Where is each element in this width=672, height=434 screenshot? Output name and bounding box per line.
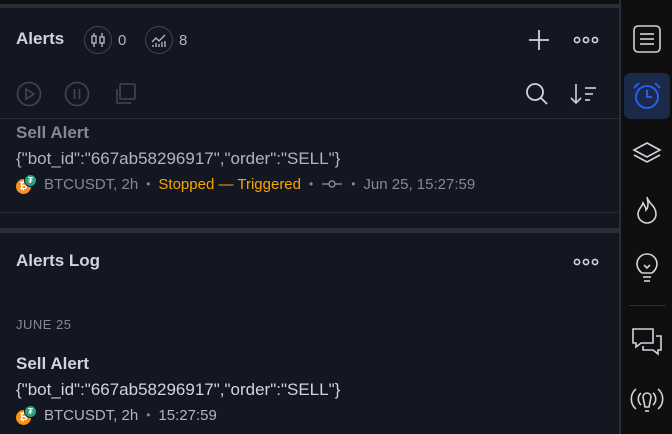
alerts-more-button[interactable] (571, 28, 601, 52)
tether-icon: ₮ (24, 174, 37, 187)
alerts-title: Alerts (16, 29, 65, 48)
start-alerts-button[interactable] (15, 80, 43, 108)
log-alert-name: Sell Alert (16, 354, 90, 373)
triggered-alerts-count: 8 (179, 31, 188, 49)
btc-usdt-coin-icon: ₿ ₮ (16, 174, 40, 194)
hotlist-flame-icon (637, 196, 657, 224)
sort-icon (570, 84, 596, 105)
right-sidebar (619, 0, 672, 434)
object-tree-button[interactable] (624, 130, 670, 176)
separator-dot: • (309, 177, 314, 191)
plus-icon (529, 30, 549, 50)
crossing-icon (322, 180, 343, 188)
log-alert-symbol: BTCUSDT, 2h (44, 406, 139, 424)
alert-meta: ₿ ₮ BTCUSDT, 2h • Stopped — Triggered • … (16, 174, 606, 194)
log-alert-time: 15:27:59 (158, 406, 217, 424)
clone-icon (116, 83, 136, 104)
log-alert-meta: ₿ ₮ BTCUSDT, 2h • 15:27:59 (16, 405, 606, 425)
layers-icon (632, 142, 662, 163)
alerts-toolbar (0, 70, 619, 118)
play-icon (16, 81, 42, 107)
ideas-button[interactable] (624, 245, 670, 291)
alert-item-divider (0, 212, 619, 213)
log-alert-message: {"bot_id":"667ab58296917","order":"SELL"… (16, 380, 341, 399)
alert-name: Sell Alert (16, 123, 90, 142)
separator-dot: • (351, 177, 356, 191)
alerts-log-panel: Alerts Log JUNE 25 Sell Alert {"bot_id":… (0, 233, 619, 434)
alerts-header: Alerts 0 8 (0, 8, 619, 70)
watchlist-icon (633, 25, 661, 53)
log-more-button[interactable] (571, 250, 601, 274)
log-date-header: JUNE 25 (16, 317, 72, 332)
toolbar-divider (0, 118, 619, 119)
active-alerts-count: 0 (118, 31, 127, 49)
sort-alerts-button[interactable] (569, 80, 599, 108)
search-icon (526, 83, 548, 105)
sidebar-divider (629, 305, 666, 306)
alerts-log-title: Alerts Log (16, 251, 101, 270)
candlestick-icon (84, 26, 112, 54)
btc-usdt-coin-icon: ₿ ₮ (16, 405, 40, 425)
hotlists-button[interactable] (624, 187, 670, 233)
chart-line-icon (145, 26, 173, 54)
separator-dot: • (146, 408, 151, 422)
more-horizontal-icon (573, 258, 599, 266)
triggered-alerts-counter[interactable]: 8 (145, 26, 187, 54)
tether-icon: ₮ (24, 405, 37, 418)
chat-icon (632, 328, 662, 356)
main-area: Alerts 0 8 Sell Alert {"bot_id":"667ab58… (0, 0, 619, 434)
alert-message: {"bot_id":"667ab58296917","order":"SELL"… (16, 149, 341, 168)
signal-broadcast-icon (630, 388, 664, 412)
pause-icon (64, 81, 90, 107)
alert-list-item[interactable]: Sell Alert {"bot_id":"667ab58296917","or… (16, 123, 606, 194)
alert-symbol: BTCUSDT, 2h (44, 175, 139, 193)
alerts-sidebar-button[interactable] (624, 73, 670, 119)
ideas-bulb-icon (636, 253, 658, 282)
chats-button[interactable] (624, 318, 670, 364)
alert-status: Stopped — Triggered (158, 175, 301, 193)
active-alerts-counter[interactable]: 0 (84, 26, 126, 54)
add-alert-button[interactable] (525, 26, 553, 54)
streams-button[interactable] (624, 376, 670, 422)
log-list-item[interactable]: Sell Alert {"bot_id":"667ab58296917","or… (16, 354, 606, 425)
clone-alert-button[interactable] (111, 80, 139, 108)
alarm-clock-icon (633, 82, 661, 109)
alert-datetime: Jun 25, 15:27:59 (363, 175, 476, 193)
more-horizontal-icon (573, 36, 599, 44)
separator-dot: • (146, 177, 151, 191)
watchlist-button[interactable] (624, 16, 670, 62)
search-alerts-button[interactable] (523, 80, 551, 108)
stop-alerts-button[interactable] (63, 80, 91, 108)
